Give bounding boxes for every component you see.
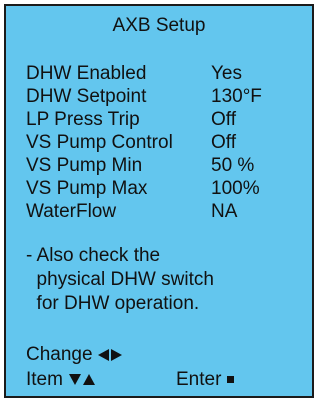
setting-value: 100%	[211, 178, 260, 199]
setting-label: WaterFlow	[26, 201, 117, 222]
setting-value: Off	[211, 109, 236, 130]
setting-label: DHW Setpoint	[26, 86, 147, 107]
screen-title: AXB Setup	[112, 15, 206, 36]
settings-list: DHW Enabled Yes DHW Setpoint 130°F LP Pr…	[26, 62, 262, 223]
down-arrow-icon[interactable]	[68, 374, 81, 386]
axb-setup-screen: AXB Setup DHW Enabled Yes DHW Setpoint 1…	[4, 4, 314, 398]
setting-label: VS Pump Max	[26, 178, 148, 199]
note-line: - Also check the	[26, 245, 161, 266]
setting-label: LP Press Trip	[26, 109, 140, 130]
setting-value: NA	[211, 201, 238, 222]
setting-value: 50 %	[211, 155, 255, 176]
item-enter-hint: Item Enter	[26, 367, 296, 392]
up-arrow-icon[interactable]	[82, 374, 95, 386]
setting-row-waterflow[interactable]: WaterFlow NA	[26, 200, 262, 223]
enter-hint[interactable]: Enter	[176, 367, 235, 392]
setting-row-vs-pump-max[interactable]: VS Pump Max 100%	[26, 177, 262, 200]
setting-label: DHW Enabled	[26, 63, 147, 84]
change-hint: Change	[26, 342, 296, 367]
dhw-switch-note: - Also check the physical DHW switch for…	[26, 244, 214, 316]
item-label: Item	[26, 369, 63, 390]
setting-value: Yes	[211, 63, 242, 84]
setting-value: Off	[211, 132, 236, 153]
setting-label: VS Pump Min	[26, 155, 143, 176]
navigation-legend: Change Item Enter	[26, 342, 296, 392]
enter-label: Enter	[176, 369, 222, 390]
setting-row-dhw-enabled[interactable]: DHW Enabled Yes	[26, 62, 262, 85]
setting-row-lp-press-trip[interactable]: LP Press Trip Off	[26, 108, 262, 131]
note-line: physical DHW switch	[26, 269, 214, 290]
setting-row-vs-pump-min[interactable]: VS Pump Min 50 %	[26, 154, 262, 177]
note-line: for DHW operation.	[26, 293, 200, 314]
left-arrow-icon[interactable]	[97, 348, 109, 361]
right-arrow-icon[interactable]	[110, 348, 122, 361]
change-label: Change	[26, 344, 93, 365]
setting-row-dhw-setpoint[interactable]: DHW Setpoint 130°F	[26, 85, 262, 108]
setting-label: VS Pump Control	[26, 132, 173, 153]
setting-value: 130°F	[211, 86, 262, 107]
setting-row-vs-pump-control[interactable]: VS Pump Control Off	[26, 131, 262, 154]
square-icon	[227, 376, 235, 384]
